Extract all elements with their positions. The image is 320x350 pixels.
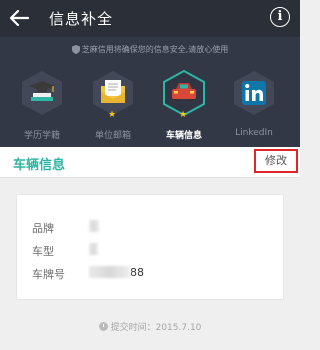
plate-label: 车牌号 bbox=[32, 268, 65, 281]
notice-text: 芝麻信用将确保您的信息安全,请放心使用 bbox=[81, 45, 229, 54]
category-label: 车辆信息 bbox=[165, 131, 202, 141]
app-bar: 信息补全 i bbox=[0, 0, 300, 37]
plate-row: 车牌号 88 bbox=[32, 266, 144, 282]
shield-icon bbox=[71, 45, 80, 54]
model-value bbox=[89, 243, 98, 256]
brand-value bbox=[89, 220, 99, 233]
section-header: 车辆信息 修改 bbox=[0, 147, 300, 178]
star-icon: ★ bbox=[108, 110, 117, 120]
submit-time: 提交时间：2015.7.10 bbox=[0, 320, 300, 333]
linkedin-icon bbox=[242, 81, 266, 105]
model-row: 车型 bbox=[32, 243, 98, 259]
category-linkedin[interactable]: LinkedIn bbox=[225, 70, 283, 142]
clock-icon bbox=[98, 322, 108, 331]
hexagon-badge bbox=[22, 71, 62, 115]
category-work-email[interactable]: ★ 单位邮箱 bbox=[84, 70, 142, 142]
page-title: 信息补全 bbox=[49, 10, 114, 28]
submit-time-text: 提交时间：2015.7.10 bbox=[110, 323, 202, 333]
brand-row: 品牌 bbox=[32, 220, 99, 236]
category-label: LinkedIn bbox=[235, 128, 273, 138]
model-label: 车型 bbox=[32, 245, 54, 258]
section-title: 车辆信息 bbox=[13, 158, 66, 173]
plate-suffix: 88 bbox=[130, 266, 144, 279]
category-panel: 芝麻信用将确保您的信息安全,请放心使用 学历学籍 ★ 单位邮箱 ★ 车辆信息 L… bbox=[0, 37, 300, 147]
hexagon-badge bbox=[234, 71, 274, 115]
security-notice: 芝麻信用将确保您的信息安全,请放心使用 bbox=[0, 44, 300, 55]
info-icon[interactable]: i bbox=[270, 7, 290, 27]
edit-button[interactable]: 修改 bbox=[254, 149, 298, 173]
category-label: 学历学籍 bbox=[23, 131, 60, 141]
star-icon: ★ bbox=[179, 110, 188, 120]
plate-value: 88 bbox=[89, 266, 144, 279]
category-label: 单位邮箱 bbox=[94, 131, 131, 141]
category-education[interactable]: 学历学籍 bbox=[13, 70, 71, 142]
back-arrow-icon[interactable] bbox=[8, 8, 30, 28]
vehicle-info-card: 品牌 车型 车牌号 88 bbox=[16, 194, 284, 300]
brand-label: 品牌 bbox=[32, 222, 54, 235]
category-vehicle[interactable]: ★ 车辆信息 bbox=[155, 70, 213, 142]
